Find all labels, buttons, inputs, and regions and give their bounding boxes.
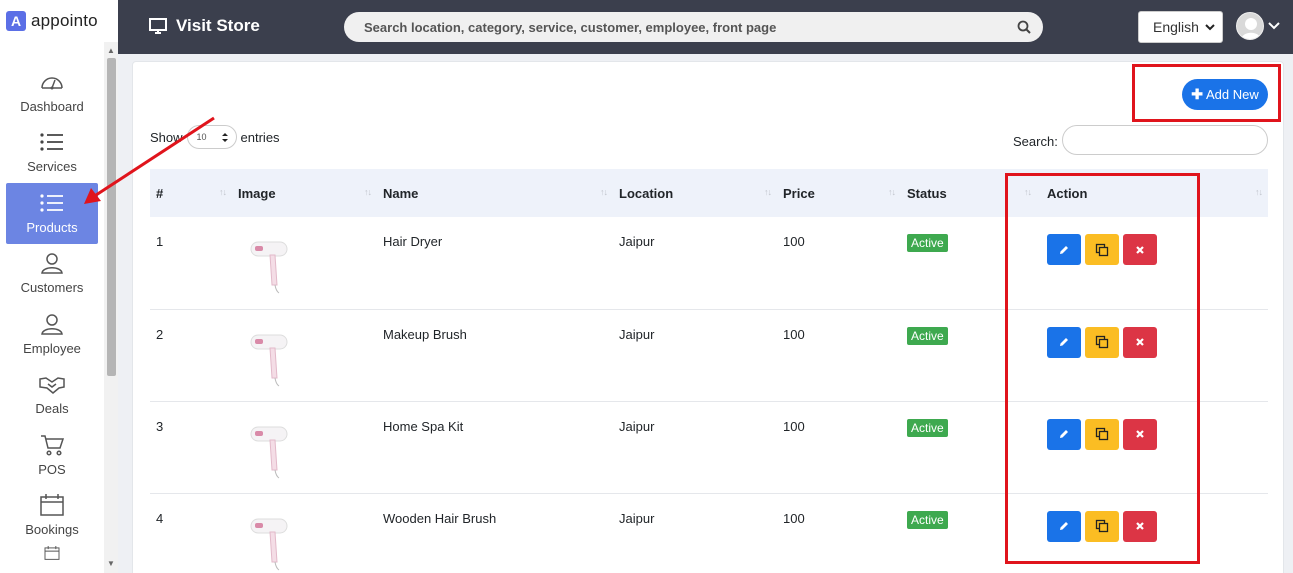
action-column-highlight-box [1005,173,1200,564]
sidebar-item-label: Deals [35,401,69,417]
sidebar-item-label: Employee [23,340,81,356]
global-search [344,12,1043,42]
gauge-icon [41,77,63,90]
row-name: Hair Dryer [383,234,443,249]
sidebar-nav: Dashboard Services Products Customers Em… [0,62,104,566]
row-location: Jaipur [619,418,655,434]
scroll-up-arrow-icon[interactable]: ▲ [106,46,116,56]
row-image-cell [232,309,377,401]
sidebar-item-label: Services [27,159,77,175]
sidebar-item-dashboard[interactable]: Dashboard [0,62,104,123]
column-header-location[interactable]: Location ↑↓ [613,169,777,217]
sidebar-item-bookings[interactable]: Bookings [0,486,104,547]
column-header-price[interactable]: Price ↑↓ [777,169,901,217]
column-header-name[interactable]: Name ↑↓ [377,169,613,217]
brand[interactable]: A appointo [0,0,118,42]
list-icon [40,194,63,212]
avatar[interactable] [1236,12,1264,40]
status-badge: Active [907,418,948,437]
sort-icon: ↑↓ [364,187,372,197]
row-number: 3 [156,418,164,434]
user-icon [41,314,63,335]
sidebar-item-label: Dashboard [20,98,84,114]
user-icon [41,253,63,274]
global-search-input[interactable] [364,19,1017,35]
entries-value: 10 [196,132,207,142]
list-icon [40,133,63,151]
sidebar-item-products[interactable]: Products [6,183,98,244]
scroll-thumb[interactable] [107,58,116,376]
add-new-highlight-box [1132,64,1281,122]
hair-dryer-image [250,334,288,386]
sidebar-item-label: Customers [20,280,84,296]
show-entries: Show 10 entries [150,125,280,149]
entries-select[interactable]: 10 [186,125,237,149]
cart-icon [41,435,65,456]
status-badge: Active [907,510,948,529]
visit-store-label: Visit Store [176,16,260,35]
brand-name: appointo [31,11,98,30]
show-label: Show [150,129,183,145]
monitor-icon [149,18,167,34]
sidebar-item-customers[interactable]: Customers [0,244,104,305]
hair-dryer-image [250,518,288,570]
row-name: Wooden Hair Brush [383,510,497,526]
status-badge: Active [907,234,948,252]
sidebar-item-label: Bookings [25,522,79,538]
sort-icon: ↑↓ [764,187,772,197]
search-icon[interactable] [1017,20,1031,34]
row-image-cell [232,217,377,309]
sort-updown-icon [221,132,228,142]
row-location: Jaipur [619,510,655,526]
chevron-down-icon [1205,24,1215,31]
language-select[interactable]: English [1138,11,1223,43]
topbar: Visit Store English [118,0,1293,54]
status-badge: Active [907,326,948,345]
row-price: 100 [783,234,805,249]
row-number: 2 [156,326,164,342]
sidebar-item-deals[interactable]: Deals [0,365,104,426]
hair-dryer-image [250,241,288,294]
brand-logo: A [6,11,26,31]
row-number: 4 [156,510,164,526]
sort-icon: ↑↓ [1255,187,1263,197]
sidebar-item-pos[interactable]: POS [0,425,104,486]
chevron-down-icon[interactable] [1268,20,1280,30]
row-price: 100 [783,418,805,434]
hair-dryer-image [250,426,288,478]
sidebar-item-label: Products [26,219,78,235]
sort-icon: ↑↓ [219,187,227,197]
handshake-icon [39,377,65,395]
column-header-number[interactable]: # ↑↓ [150,169,232,217]
sidebar-scrollbar[interactable]: ▲ ▼ [104,42,118,573]
row-image-cell [232,401,377,493]
user-avatar-icon [1240,18,1262,39]
row-image-cell [232,493,377,573]
table-search-input[interactable] [1062,125,1268,155]
row-name: Makeup Brush [383,326,467,342]
sort-icon: ↑↓ [888,187,896,197]
entries-label: entries [240,129,280,145]
sidebar-item-services[interactable]: Services [0,123,104,184]
table-search-label: Search: [1013,134,1058,149]
row-location: Jaipur [619,234,655,249]
sort-icon: ↑↓ [600,187,608,197]
calendar-icon [44,546,60,560]
row-location: Jaipur [619,326,655,342]
row-number: 1 [156,234,164,249]
language-value: English [1153,19,1199,35]
row-name: Home Spa Kit [383,418,464,434]
sidebar-item-label: POS [38,461,66,477]
calendar-icon [40,494,64,516]
sidebar-item-more[interactable] [0,546,104,566]
row-price: 100 [783,510,805,526]
scroll-down-arrow-icon[interactable]: ▼ [106,559,116,569]
row-price: 100 [783,326,805,342]
column-header-image[interactable]: Image ↑↓ [232,169,377,217]
visit-store-link[interactable]: Visit Store [149,16,260,36]
sidebar: A appointo Dashboard Services Products C… [0,0,118,573]
sidebar-item-employee[interactable]: Employee [0,304,104,365]
